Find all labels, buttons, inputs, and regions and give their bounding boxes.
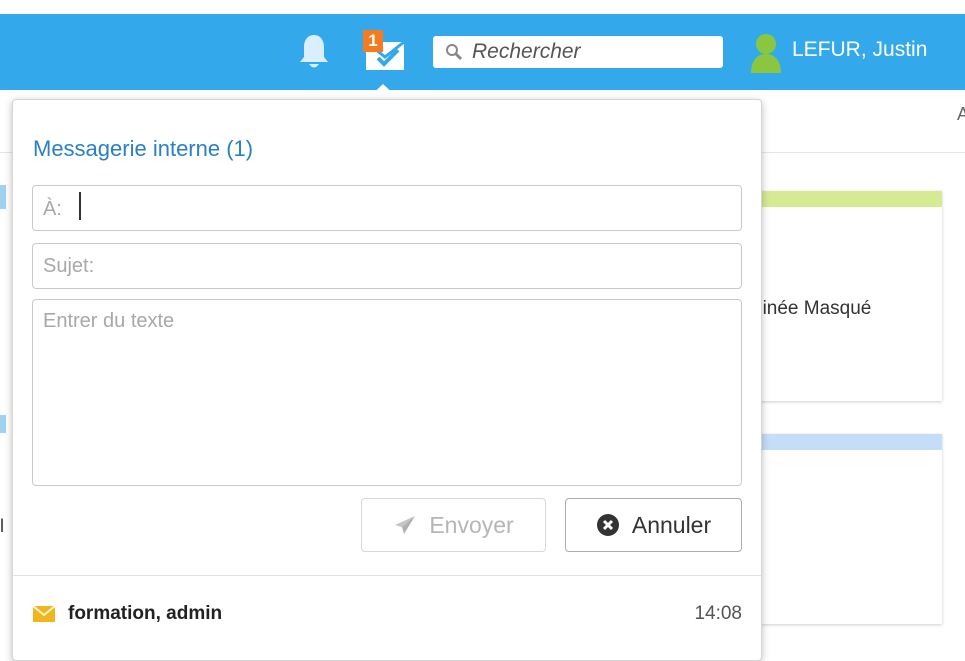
background-card: ninée Masqué: [752, 191, 942, 401]
send-button-label: Envoyer: [429, 511, 514, 538]
message-list-item[interactable]: formation, admin 14:08: [13, 576, 761, 660]
popup-pointer: [366, 84, 400, 100]
text-cursor: [79, 192, 81, 220]
background-separator: [760, 152, 965, 153]
user-avatar-icon[interactable]: [750, 32, 782, 74]
search-box[interactable]: [433, 36, 723, 68]
cancel-button[interactable]: Annuler: [565, 498, 742, 552]
background-column-letter: A: [957, 104, 965, 124]
messaging-popup: Messagerie interne (1) À: Envoyer Annule…: [12, 99, 762, 661]
background-card-text: ninée Masqué: [752, 298, 872, 319]
cancel-button-label: Annuler: [631, 511, 712, 538]
search-input[interactable]: [472, 36, 712, 68]
message-time: 14:08: [694, 603, 742, 624]
search-icon: [446, 44, 463, 61]
paper-plane-icon: [395, 516, 416, 534]
subject-input[interactable]: [32, 243, 742, 289]
message-sender: formation, admin: [68, 603, 223, 624]
unread-count-badge: 1: [363, 30, 383, 52]
user-name[interactable]: LEFUR, Justin: [792, 38, 927, 62]
background-card-header: [752, 434, 942, 450]
bell-icon[interactable]: [296, 32, 332, 72]
background-separator-left: [0, 152, 12, 153]
popup-title[interactable]: Messagerie interne (1): [33, 136, 253, 162]
background-card: [752, 434, 942, 624]
background-card-header: [752, 191, 942, 207]
message-body-input[interactable]: [32, 299, 742, 486]
close-circle-icon: [596, 514, 619, 536]
recipient-input[interactable]: [77, 192, 727, 224]
background-left-text: l: [0, 516, 4, 536]
send-button[interactable]: Envoyer: [361, 498, 546, 552]
recipient-label: À:: [43, 198, 62, 220]
top-bar: 1 LEFUR, Justin: [0, 0, 965, 90]
background-left-marker: [0, 185, 6, 209]
envelope-icon: [33, 606, 55, 622]
background-left-marker: [0, 415, 6, 433]
